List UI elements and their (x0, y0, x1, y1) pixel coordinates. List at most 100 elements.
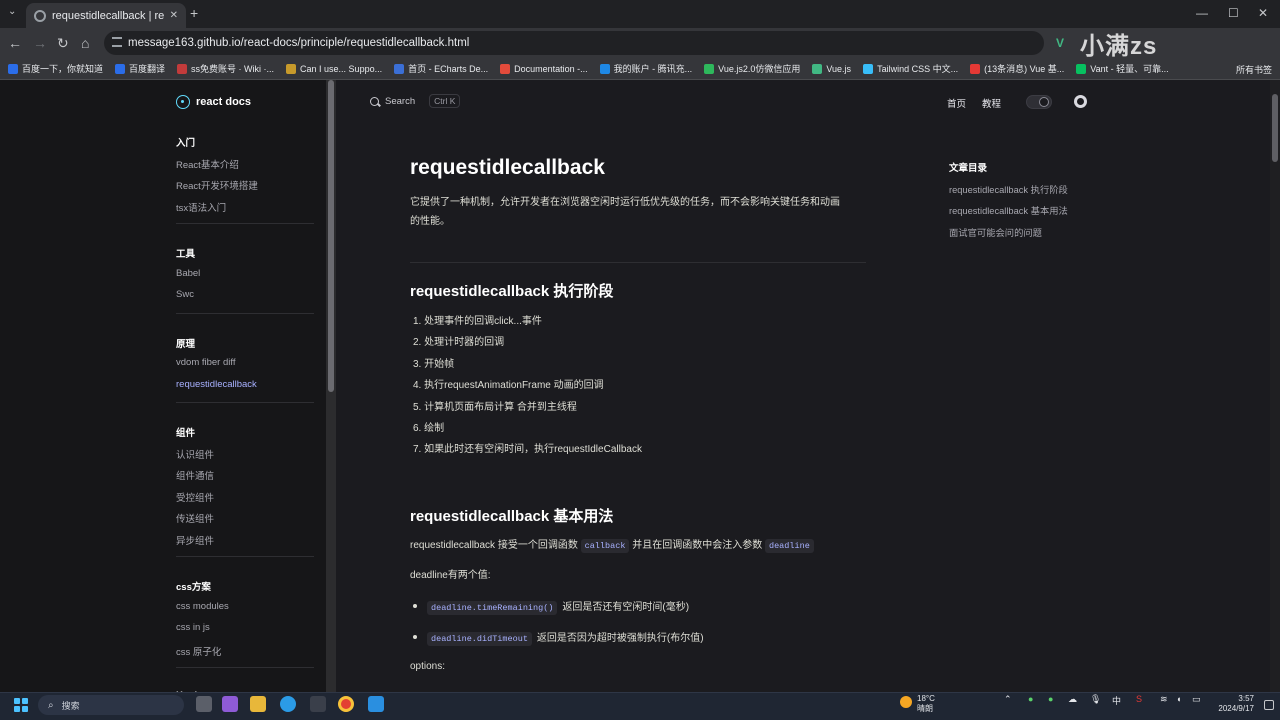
taskbar-search-icon: ⌕ (48, 699, 54, 711)
wifi-icon[interactable]: ≋ (1160, 694, 1168, 705)
tray-chevron-icon[interactable]: ⌃ (1004, 694, 1012, 705)
sidebar-section-title[interactable]: 工具 (176, 246, 195, 260)
tab-title: requestidlecallback | react do (52, 9, 164, 22)
sidebar-item[interactable]: 异步组件 (176, 533, 214, 547)
sidebar-section-title[interactable]: 入门 (176, 135, 195, 149)
task-view-icon[interactable] (196, 696, 212, 712)
tab-search-icon[interactable]: ⌄ (8, 6, 16, 17)
taskbar-search-label: 搜索 (61, 700, 80, 711)
sogou-icon[interactable]: S (1136, 694, 1142, 704)
sidebar-section-title[interactable]: css方案 (176, 579, 211, 593)
search-button[interactable]: Search Ctrl K (370, 94, 461, 108)
forward-icon[interactable]: → (33, 35, 47, 51)
sidebar-item[interactable]: 传送组件 (176, 511, 214, 525)
sidebar-item[interactable]: React开发环境搭建 (176, 178, 258, 192)
page-scrollbar-thumb[interactable] (1272, 94, 1278, 162)
bookmark-item[interactable]: 首页 - ECharts De... (394, 62, 488, 75)
edge-icon[interactable] (280, 696, 296, 712)
microphone-icon[interactable]: 🎙 (1090, 694, 1101, 705)
tab-close-icon[interactable]: ✕ (170, 10, 178, 21)
theme-toggle[interactable] (1026, 95, 1052, 109)
search-shortcut: Ctrl K (429, 94, 461, 108)
page-scrollbar[interactable] (1270, 80, 1280, 692)
bookmark-item[interactable]: Can I use... Suppo... (286, 63, 382, 74)
github-icon[interactable] (1074, 95, 1087, 108)
wechat-icon[interactable]: ● (1028, 694, 1033, 704)
browser-tab[interactable]: requestidlecallback | react do ✕ (26, 3, 186, 28)
new-tab-button[interactable]: + (190, 5, 198, 21)
search-label: Search (385, 95, 416, 107)
sidebar-item[interactable]: vdom fiber diff (176, 357, 236, 368)
reload-icon[interactable]: ↻ (57, 35, 69, 51)
close-window-button[interactable]: ✕ (1258, 6, 1268, 20)
ime-indicator[interactable]: 中 (1112, 694, 1121, 707)
cloud-icon[interactable]: ☁ (1068, 694, 1077, 705)
bookmark-item[interactable]: Documentation -... (500, 63, 588, 74)
deadline-intro: deadline有两个值: (410, 570, 491, 581)
bookmark-item[interactable]: 百度一下，你就知道 (8, 62, 103, 75)
sidebar-item[interactable]: css 原子化 (176, 644, 221, 658)
taskbar-search[interactable]: ⌕ 搜索 (38, 695, 184, 715)
minimize-button[interactable]: — (1196, 6, 1208, 20)
settings-icon[interactable] (310, 696, 326, 712)
bookmark-label: 我的账户 - 腾讯充... (613, 64, 693, 74)
sidebar-item[interactable]: React基本介绍 (176, 157, 239, 171)
address-bar[interactable]: message163.github.io/react-docs/principl… (104, 31, 1044, 55)
battery-icon[interactable]: ▭ (1192, 694, 1201, 705)
bookmark-item[interactable]: Vant - 轻量、可靠... (1076, 62, 1169, 75)
volume-icon[interactable]: ◖ (1176, 694, 1181, 704)
sidebar-section-title[interactable]: 原理 (176, 336, 195, 350)
toc-item[interactable]: requestidlecallback 执行阶段 (949, 182, 1068, 196)
sidebar-divider (176, 223, 314, 224)
visual-studio-icon[interactable] (222, 696, 238, 712)
nav-home[interactable]: 首页 (947, 96, 966, 110)
taskbar-clock[interactable]: 3:57 2024/9/17 (1208, 694, 1254, 714)
sidebar-item[interactable]: css in js (176, 622, 210, 633)
weather-widget[interactable]: 18°C 晴朗 (917, 694, 935, 714)
toc-item[interactable]: requestidlecallback 基本用法 (949, 203, 1068, 217)
bookmark-item[interactable]: Tailwind CSS 中文... (863, 62, 958, 75)
section-heading-usage: requestidlecallback 基本用法 (410, 508, 614, 525)
sidebar-item[interactable]: tsx语法入门 (176, 200, 226, 214)
sidebar-scrollbar[interactable] (326, 80, 336, 692)
maximize-button[interactable]: ☐ (1228, 6, 1239, 20)
weather-icon[interactable] (900, 696, 912, 708)
site-info-icon[interactable] (112, 37, 122, 47)
sidebar-section-title[interactable]: 组件 (176, 425, 195, 439)
vscode-icon[interactable] (368, 696, 384, 712)
sidebar-item[interactable]: requestidlecallback (176, 379, 257, 390)
site-logo[interactable]: react docs (176, 95, 251, 109)
bookmark-favicon-icon (970, 63, 981, 74)
sidebar-item[interactable]: 认识组件 (176, 447, 214, 461)
home-icon[interactable]: ⌂ (81, 35, 89, 51)
inline-code-deadline: deadline (764, 539, 814, 553)
bookmark-favicon-icon (8, 63, 18, 74)
sidebar-item[interactable]: 受控组件 (176, 490, 214, 504)
bookmark-item[interactable]: ss免费账号 · Wiki ·... (177, 62, 274, 75)
sidebar-item[interactable]: Babel (176, 268, 200, 279)
section-divider (410, 262, 866, 263)
file-explorer-icon[interactable] (250, 696, 266, 712)
usage-text-2: 并且在回调函数中会注入参数 (632, 540, 763, 551)
bookmark-item[interactable]: 百度翻译 (115, 62, 165, 75)
all-bookmarks-button[interactable]: 所有书签 (1236, 63, 1272, 76)
sidebar-item[interactable]: Swc (176, 289, 194, 300)
bookmark-favicon-icon (177, 63, 188, 74)
wechat-2-icon[interactable]: ● (1048, 694, 1053, 704)
sidebar-item[interactable]: 组件通信 (176, 468, 214, 482)
bookmark-item[interactable]: (13条消息) Vue 基... (970, 62, 1064, 75)
bookmark-item[interactable]: Vue.js2.0仿微信应用 (704, 62, 800, 75)
vue-devtools-icon[interactable]: V (1056, 35, 1064, 51)
sidebar-scrollbar-thumb[interactable] (328, 80, 334, 392)
notification-icon[interactable] (1264, 700, 1274, 710)
windows-start-icon[interactable] (14, 698, 28, 712)
bookmark-label: (13条消息) Vue 基... (984, 64, 1065, 74)
back-icon[interactable]: ← (8, 35, 22, 51)
sidebar-item[interactable]: css modules (176, 601, 229, 612)
bookmark-item[interactable]: Vue.js (812, 63, 851, 74)
bookmark-favicon-icon (115, 63, 126, 74)
chrome-icon[interactable] (338, 696, 354, 712)
nav-tutorial[interactable]: 教程 (982, 96, 1001, 110)
toc-item[interactable]: 面试官可能会问的问题 (949, 225, 1042, 239)
bookmark-item[interactable]: 我的账户 - 腾讯充... (599, 62, 693, 75)
